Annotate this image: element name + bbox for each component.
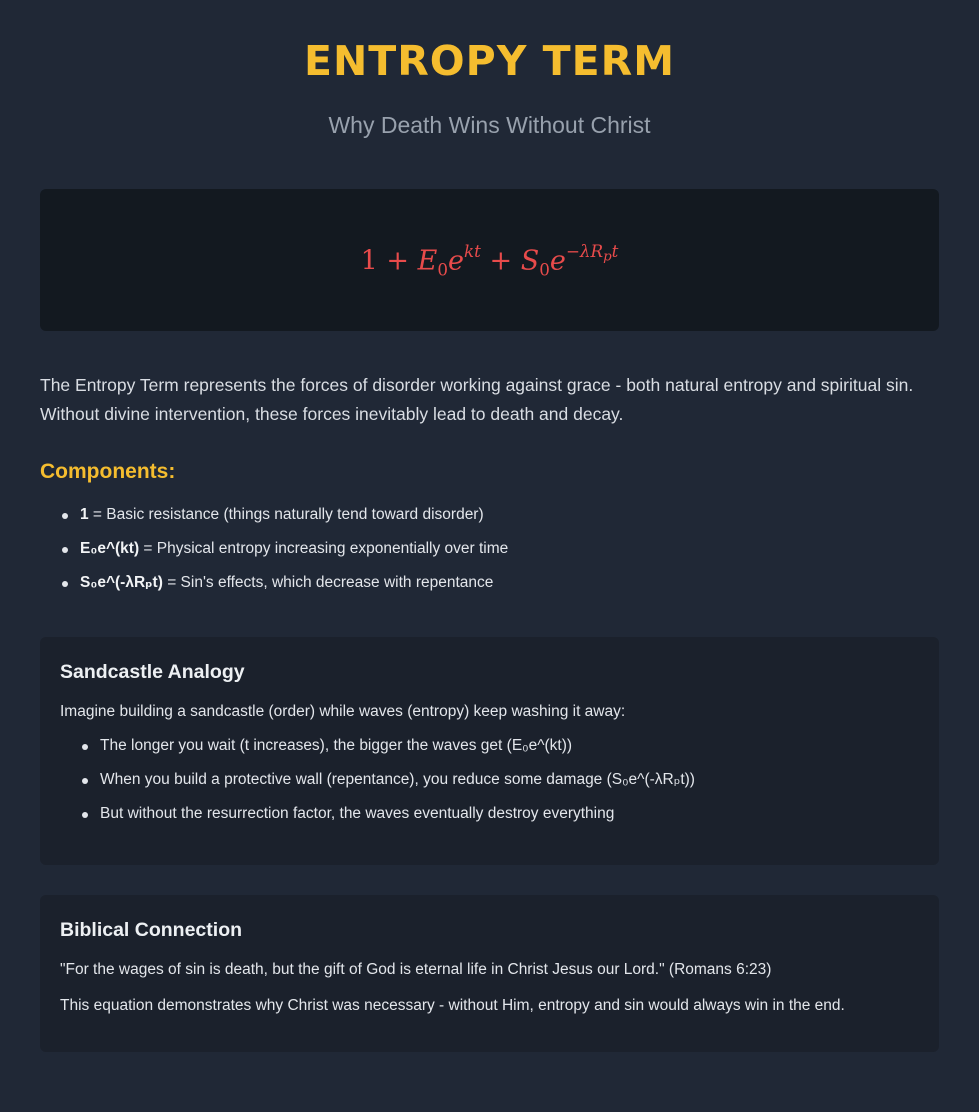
formula-exp-t: t xyxy=(611,240,619,261)
formula-exp-kt: kt xyxy=(464,240,481,261)
component-desc: = Sin's effects, which decrease with rep… xyxy=(162,574,494,591)
formula-exp-p: p xyxy=(603,249,612,265)
page-subtitle: Why Death Wins Without Christ xyxy=(328,112,651,138)
component-desc: = Physical entropy increasing exponentia… xyxy=(139,540,509,557)
formula-term-one: 1 xyxy=(360,245,378,277)
formula-S: S xyxy=(520,245,540,277)
bible-quote: "For the wages of sin is death, but the … xyxy=(60,961,772,978)
formula-e1: e xyxy=(448,245,464,277)
biblical-title: Biblical Connection xyxy=(60,919,243,941)
analogy-list: The longer you wait (t increases), the b… xyxy=(60,729,919,831)
list-item: But without the resurrection factor, the… xyxy=(60,797,919,831)
formula-E: E xyxy=(417,245,438,277)
page: ENTROPY TERM Why Death Wins Without Chri… xyxy=(0,0,979,1112)
component-term: E₀e^(kt) xyxy=(80,540,140,557)
list-item: S₀e^(-λRₚt) = Sin's effects, which decre… xyxy=(40,566,939,600)
list-item: E₀e^(kt) = Physical entropy increasing e… xyxy=(40,532,939,566)
components-heading: Components: xyxy=(40,460,176,483)
component-desc: = Basic resistance (things naturally ten… xyxy=(88,506,484,523)
component-term: 1 xyxy=(80,506,89,523)
component-term: S₀e^(-λRₚt) xyxy=(80,574,163,591)
analogy-text: Imagine building a sandcastle (order) wh… xyxy=(60,703,626,720)
components-list: 1 = Basic resistance (things naturally t… xyxy=(40,498,939,600)
list-item: The longer you wait (t increases), the b… xyxy=(60,729,919,763)
entropy-formula: 1 + E0ekt + S0e−λRpt xyxy=(361,241,619,279)
list-item: When you build a protective wall (repent… xyxy=(60,763,919,797)
biblical-text: This equation demonstrates why Christ wa… xyxy=(60,997,845,1014)
formula-plus-2: + xyxy=(489,245,513,277)
sandcastle-analogy-card: Sandcastle Analogy Imagine building a sa… xyxy=(40,637,939,865)
analogy-title: Sandcastle Analogy xyxy=(60,661,245,683)
list-item: 1 = Basic resistance (things naturally t… xyxy=(40,498,939,532)
page-title: ENTROPY TERM xyxy=(303,37,676,85)
formula-plus: + xyxy=(386,245,410,277)
formula-exp-lead: −λR xyxy=(565,240,604,261)
formula-e2: e xyxy=(549,245,566,277)
formula-E-sub: 0 xyxy=(437,259,449,280)
intro-paragraph: The Entropy Term represents the forces o… xyxy=(40,375,914,424)
biblical-connection-card: Biblical Connection "For the wages of si… xyxy=(40,895,939,1052)
formula-S-sub: 0 xyxy=(539,259,550,280)
formula-box: 1 + E0ekt + S0e−λRpt xyxy=(40,189,939,331)
